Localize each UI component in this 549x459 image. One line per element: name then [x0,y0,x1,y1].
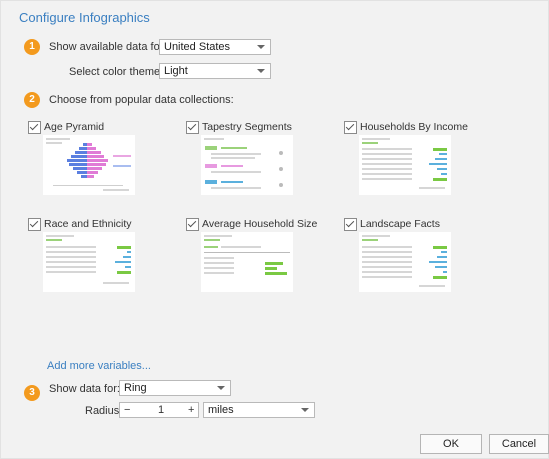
collection-name: Households By Income [360,121,468,133]
collection-name: Landscape Facts [360,218,440,230]
show-data-for-label: Show data for: [49,383,120,395]
data-for-value: United States [164,41,231,53]
radius-units-select[interactable]: miles [203,402,315,418]
collection-name: Age Pyramid [44,121,105,133]
radius-label: Radius: [85,405,123,417]
ok-button[interactable]: OK [420,434,482,454]
radius-units-value: miles [208,404,234,416]
chevron-down-icon [217,386,225,390]
radius-decrement-button[interactable]: − [124,403,130,417]
collections-label: Choose from popular data collections: [49,94,234,106]
households-by-income-checkbox[interactable] [344,121,357,134]
age-pyramid-thumbnail [43,135,135,195]
collection-name: Race and Ethnicity [44,218,132,230]
show-data-for-select[interactable]: Ring [119,380,231,396]
households-by-income-thumbnail [359,135,451,195]
radius-increment-button[interactable]: + [188,403,194,417]
add-more-variables-link[interactable]: Add more variables... [47,360,151,372]
theme-value: Light [164,65,188,77]
tapestry-segments-checkbox[interactable] [186,121,199,134]
step-1-badge: 1 [24,39,40,55]
chevron-down-icon [301,408,309,412]
tapestry-segments-thumbnail [201,135,293,195]
radius-stepper[interactable]: − 1 + [119,402,199,418]
landscape-facts-checkbox[interactable] [344,218,357,231]
theme-label: Select color theme: [69,66,164,78]
average-household-size-checkbox[interactable] [186,218,199,231]
chevron-down-icon [257,69,265,73]
landscape-facts-thumbnail [359,232,451,292]
race-and-ethnicity-checkbox[interactable] [28,218,41,231]
theme-select[interactable]: Light [159,63,271,79]
age-pyramid-checkbox[interactable] [28,121,41,134]
collection-name: Average Household Size [202,218,318,230]
collection-name: Tapestry Segments [202,121,292,133]
chevron-down-icon [257,45,265,49]
data-for-label: Show available data for: [49,41,167,53]
average-household-size-thumbnail [201,232,293,292]
show-data-for-value: Ring [124,382,147,394]
configure-infographics-dialog: Configure Infographics 1 Show available … [0,0,549,459]
data-for-select[interactable]: United States [159,39,271,55]
step-3-badge: 3 [24,385,40,401]
cancel-button[interactable]: Cancel [489,434,549,454]
dialog-title: Configure Infographics [19,10,150,25]
race-and-ethnicity-thumbnail [43,232,135,292]
step-2-badge: 2 [24,92,40,108]
radius-value[interactable]: 1 [158,403,164,417]
